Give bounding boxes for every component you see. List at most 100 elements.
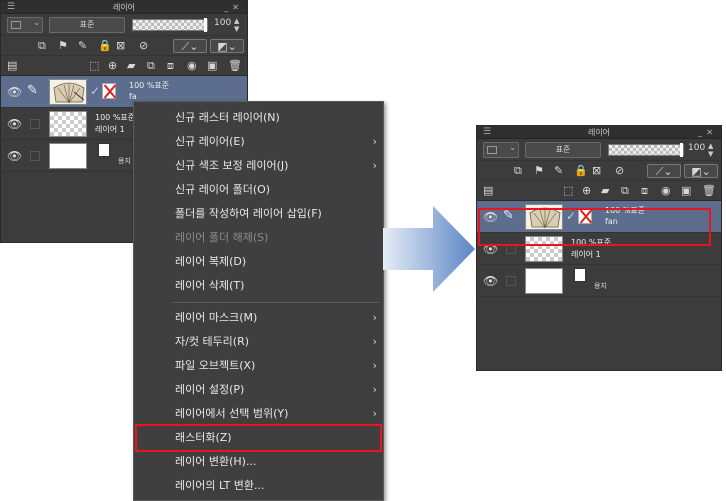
blend-mode-value: 표준 [555, 145, 571, 154]
new-folder-icon[interactable]: ▰ [601, 184, 609, 198]
window-buttons[interactable]: _✕ [698, 126, 717, 139]
lock-icon[interactable]: 🔒 [574, 164, 588, 178]
opacity-slider-knob[interactable] [204, 18, 207, 32]
pen-mode-select[interactable]: ⟋⌄ [647, 164, 681, 178]
new-folder-icon[interactable]: ▰ [127, 59, 135, 73]
opacity-slider-knob[interactable] [680, 143, 683, 157]
layer-action-toolbar: ▤ ⬚ ⊕ ▰ ⧉ ⧈ ◉ ▣ 🗑 [1, 56, 247, 76]
menu-item-layer-mask[interactable]: 레이어 마스크(M) › [134, 306, 383, 330]
menu-item-label: 레이어에서 선택 범위(Y) [175, 407, 289, 420]
menu-item-label: 레이어 복제(D) [175, 255, 247, 268]
panel-title: 레이어 [587, 128, 611, 137]
submenu-arrow-icon: › [372, 407, 377, 420]
layer-name: 용지 [594, 282, 607, 290]
edit-target-box[interactable] [30, 151, 40, 161]
menu-item-file-object[interactable]: 파일 오브젝트(X) › [134, 354, 383, 378]
layer-list-icon[interactable]: ▤ [7, 59, 17, 73]
apply-mask-icon[interactable]: ▣ [207, 59, 217, 73]
draft-layer-icon[interactable]: ✎ [554, 164, 563, 178]
lock-transparency-icon[interactable]: ⊠ [116, 39, 125, 53]
merge-down-icon[interactable]: ⧈ [641, 184, 648, 198]
visibility-eye-icon[interactable]: 👁 [7, 117, 22, 131]
apply-mask-icon[interactable]: ▣ [681, 184, 691, 198]
highlight-rasterized-layer [478, 208, 711, 246]
color-tile-select[interactable]: ⌄ [7, 17, 43, 33]
new-raster-layer-icon[interactable]: ⬚ [563, 184, 573, 198]
layer-property-toolbar: ⧉ ⚑ ✎ 🔒 ⊠ ⊘ ⟋⌄ ◩⌄ [1, 36, 247, 56]
hamburger-menu-icon[interactable]: ☰ [7, 1, 15, 14]
lock-icon[interactable]: 🔒 [98, 39, 112, 53]
menu-item-lt-conversion[interactable]: 레이어의 LT 변환... [134, 474, 383, 498]
opacity-slider[interactable] [608, 143, 684, 157]
hamburger-menu-icon[interactable]: ☰ [483, 126, 491, 139]
menu-item-selection-from-layer[interactable]: 레이어에서 선택 범위(Y) › [134, 402, 383, 426]
menu-separator [172, 302, 379, 303]
menu-item-label: 레이어 설정(P) [175, 383, 245, 396]
trash-icon[interactable]: 🗑 [702, 184, 716, 198]
layer-name: 용지 [118, 157, 131, 165]
menu-item-new-raster-layer[interactable]: 신규 래스터 레이어(N) [134, 106, 383, 130]
new-raster-layer-icon[interactable]: ⬚ [89, 59, 99, 73]
window-buttons[interactable]: _✕ [224, 1, 243, 14]
visibility-eye-icon[interactable]: 👁 [483, 274, 498, 288]
layer-name: 레이어 1 [571, 250, 601, 259]
menu-item-new-layer[interactable]: 신규 레이어(E) › [134, 130, 383, 154]
layer-name: fa [129, 92, 137, 101]
clip-layer-icon[interactable]: ⧉ [38, 39, 46, 53]
reference-layer-icon[interactable]: ⚑ [58, 39, 68, 53]
visibility-eye-icon[interactable]: 👁 [7, 85, 22, 99]
blend-mode-select[interactable]: 표준 [49, 17, 125, 33]
layer-color-select[interactable]: ◩⌄ [210, 39, 244, 53]
pen-mode-select[interactable]: ⟋⌄ [173, 39, 207, 53]
editing-pen-icon[interactable]: ✎ [27, 83, 38, 98]
layer-list-icon[interactable]: ▤ [483, 184, 493, 198]
merge-down-icon[interactable]: ⧈ [167, 59, 174, 73]
blend-row: ⌄ 표준 100 ▲ ▼ [1, 14, 247, 36]
create-mask-icon[interactable]: ◉ [661, 184, 671, 198]
menu-item-delete-layer[interactable]: 레이어 삭제(T) [134, 274, 383, 298]
opacity-spinner-icon[interactable]: ▲ ▼ [708, 142, 713, 158]
paper-icon [98, 143, 110, 157]
edit-target-box[interactable] [30, 119, 40, 129]
visibility-eye-icon[interactable]: 👁 [7, 149, 22, 163]
lock-transparency-icon[interactable]: ⊠ [592, 164, 601, 178]
layer-thumbnail-paper [525, 268, 563, 294]
draft-layer-icon[interactable]: ✎ [78, 39, 87, 53]
menu-item-convert-layer[interactable]: 레이어 변환(H)... [134, 450, 383, 474]
menu-item-insert-into-folder[interactable]: 폴더를 작성하여 레이어 삽입(F) [134, 202, 383, 226]
menu-item-layer-settings[interactable]: 레이어 설정(P) › [134, 378, 383, 402]
disabled-mask-icon[interactable] [102, 83, 116, 99]
layer-color-select[interactable]: ◩⌄ [684, 164, 718, 178]
transfer-down-icon[interactable]: ⧉ [621, 184, 629, 198]
transfer-down-icon[interactable]: ⧉ [147, 59, 155, 73]
color-tile-select[interactable]: ⌄ [483, 142, 519, 158]
menu-item-new-layer-folder[interactable]: 신규 레이어 폴더(O) [134, 178, 383, 202]
menu-item-label: 레이어 변환(H)... [175, 455, 257, 468]
layer-thumbnail-fan [49, 79, 87, 105]
reference-layer-icon[interactable]: ⚑ [534, 164, 544, 178]
create-mask-icon[interactable]: ◉ [187, 59, 197, 73]
blend-mode-select[interactable]: 표준 [525, 142, 601, 158]
menu-item-new-correction-layer[interactable]: 신규 색조 보정 레이어(J) › [134, 154, 383, 178]
mask-toggle-icon[interactable]: ⊘ [139, 39, 148, 53]
trash-icon[interactable]: 🗑 [228, 59, 242, 73]
new-vector-layer-icon[interactable]: ⊕ [582, 184, 591, 198]
layer-row-paper[interactable]: 👁 용지 [477, 265, 721, 297]
menu-item-label: 파일 오브젝트(X) [175, 359, 256, 372]
mask-toggle-icon[interactable]: ⊘ [615, 164, 624, 178]
new-vector-layer-icon[interactable]: ⊕ [108, 59, 117, 73]
menu-item-duplicate-layer[interactable]: 레이어 복제(D) [134, 250, 383, 274]
clip-layer-icon[interactable]: ⧉ [514, 164, 522, 178]
panel-titlebar: ☰ 레이어 _✕ [1, 1, 247, 14]
opacity-value[interactable]: 100 [214, 18, 231, 28]
edit-target-box[interactable] [506, 276, 516, 286]
menu-item-label: 레이어의 LT 변환... [175, 479, 265, 492]
panel-title: 레이어 [112, 3, 136, 12]
menu-item-ruler-frame[interactable]: 자/컷 테두리(R) › [134, 330, 383, 354]
opacity-slider[interactable] [132, 18, 208, 32]
submenu-arrow-icon: › [372, 359, 377, 372]
layer-opacity-mode: 100 %표준 [95, 113, 136, 122]
opacity-value[interactable]: 100 [688, 143, 705, 153]
layer-thumbnail-paper [49, 143, 87, 169]
opacity-spinner-icon[interactable]: ▲ ▼ [234, 17, 239, 33]
